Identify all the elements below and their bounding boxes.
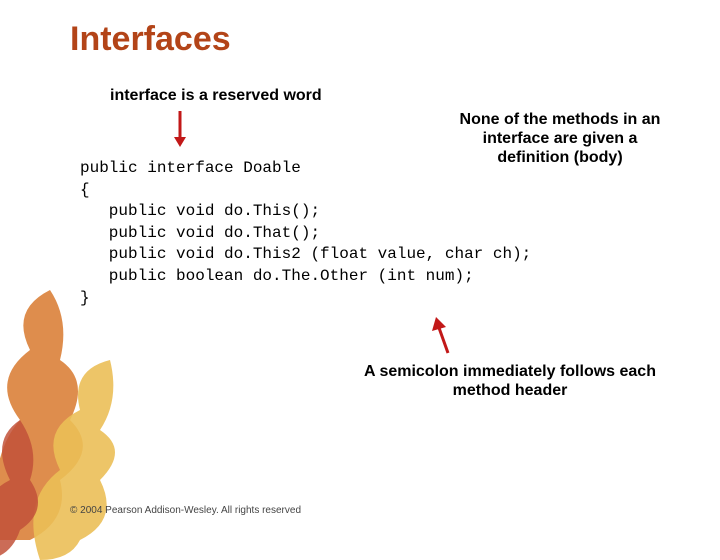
annotation-semicolon: A semicolon immediately follows each met… — [350, 362, 670, 400]
keyword-interface: interface — [110, 87, 177, 104]
code-block: public interface Doable { public void do… — [80, 158, 670, 309]
slide-title: Interfaces — [70, 20, 670, 59]
annotation-reserved-word-rest: is a reserved word — [177, 87, 322, 104]
arrow-down-icon — [170, 109, 190, 149]
annotation-reserved-word: interface is a reserved word — [110, 87, 670, 105]
arrow-up-icon — [430, 315, 460, 355]
copyright-footer: © 2004 Pearson Addison-Wesley. All right… — [70, 505, 301, 516]
annotation-no-body: None of the methods in an interface are … — [450, 110, 670, 168]
